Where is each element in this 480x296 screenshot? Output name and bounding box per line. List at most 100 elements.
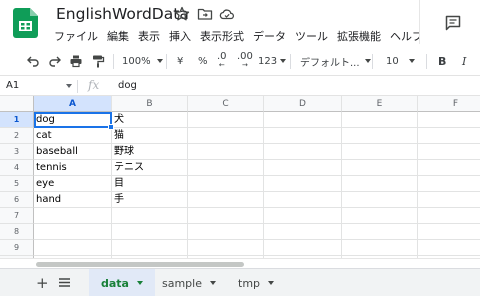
move-to-folder-icon[interactable]	[197, 6, 213, 22]
cell-a7[interactable]	[34, 208, 112, 224]
formula-input[interactable]: dog	[118, 80, 137, 91]
cell-f7[interactable]	[418, 208, 480, 224]
cell-d5[interactable]	[264, 176, 342, 192]
cell-b5[interactable]: 目	[112, 176, 188, 192]
row-header-7[interactable]: 7	[0, 208, 34, 224]
chevron-down-icon[interactable]	[66, 84, 72, 88]
cell-f1[interactable]	[418, 112, 480, 128]
cell-e4[interactable]	[342, 160, 418, 176]
redo-icon[interactable]	[48, 46, 62, 76]
cell-c2[interactable]	[188, 128, 264, 144]
column-header-c[interactable]: C	[188, 96, 264, 112]
cell-b4[interactable]: テニス	[112, 160, 188, 176]
cell-b2[interactable]: 猫	[112, 128, 188, 144]
document-title[interactable]: EnglishWordData	[56, 5, 189, 23]
bold-button[interactable]: B	[438, 46, 446, 76]
cell-c5[interactable]	[188, 176, 264, 192]
cell-c8[interactable]	[188, 224, 264, 240]
cell-a5[interactable]: eye	[34, 176, 112, 192]
cell-c3[interactable]	[188, 144, 264, 160]
row-header-8[interactable]: 8	[0, 224, 34, 240]
cell-e3[interactable]	[342, 144, 418, 160]
cell-f8[interactable]	[418, 224, 480, 240]
cell-d8[interactable]	[264, 224, 342, 240]
cell-f3[interactable]	[418, 144, 480, 160]
column-header-e[interactable]: E	[342, 96, 418, 112]
menu-insert[interactable]: 挿入	[169, 28, 191, 44]
font-size-select[interactable]: 10	[386, 46, 415, 76]
cell-c6[interactable]	[188, 192, 264, 208]
currency-format-button[interactable]: ¥	[177, 46, 183, 76]
row-header-1[interactable]: 1	[0, 112, 34, 128]
print-icon[interactable]	[69, 46, 83, 76]
column-header-d[interactable]: D	[264, 96, 342, 112]
row-header-5[interactable]: 5	[0, 176, 34, 192]
menu-format[interactable]: 表示形式	[200, 28, 244, 44]
cell-b9[interactable]	[112, 240, 188, 256]
cell-a1[interactable]: dog	[34, 112, 112, 128]
cell-d3[interactable]	[264, 144, 342, 160]
cell-c1[interactable]	[188, 112, 264, 128]
cell-e6[interactable]	[342, 192, 418, 208]
cell-b8[interactable]	[112, 224, 188, 240]
more-formats-select[interactable]: 123	[258, 46, 287, 76]
cell-a8[interactable]	[34, 224, 112, 240]
row-header-2[interactable]: 2	[0, 128, 34, 144]
cell-d7[interactable]	[264, 208, 342, 224]
cell-a3[interactable]: baseball	[34, 144, 112, 160]
google-sheets-logo[interactable]	[13, 8, 38, 38]
cell-d1[interactable]	[264, 112, 342, 128]
menu-extensions[interactable]: 拡張機能	[337, 28, 381, 44]
cell-e2[interactable]	[342, 128, 418, 144]
cell-f9[interactable]	[418, 240, 480, 256]
paint-format-icon[interactable]	[91, 46, 105, 76]
undo-icon[interactable]	[26, 46, 40, 76]
font-family-select[interactable]: デフォルト...	[300, 46, 371, 76]
decrease-decimal-button[interactable]: .0 ←	[217, 46, 227, 76]
menu-help[interactable]: ヘルプ	[390, 28, 420, 44]
cell-e1[interactable]	[342, 112, 418, 128]
cell-e5[interactable]	[342, 176, 418, 192]
cell-f6[interactable]	[418, 192, 480, 208]
cell-d6[interactable]	[264, 192, 342, 208]
sheet-tab-tmp[interactable]: tmp	[226, 269, 286, 296]
sheet-tab-sample[interactable]: sample	[150, 269, 228, 296]
menu-edit[interactable]: 編集	[107, 28, 129, 44]
menu-tools[interactable]: ツール	[295, 28, 328, 44]
increase-decimal-button[interactable]: .00 →	[237, 46, 253, 76]
cell-e7[interactable]	[342, 208, 418, 224]
column-header-f[interactable]: F	[418, 96, 480, 112]
menu-view[interactable]: 表示	[138, 28, 160, 44]
row-header-3[interactable]: 3	[0, 144, 34, 160]
column-header-b[interactable]: B	[112, 96, 188, 112]
cell-f5[interactable]	[418, 176, 480, 192]
cell-a9[interactable]	[34, 240, 112, 256]
add-sheet-icon[interactable]: +	[36, 274, 49, 292]
cell-c7[interactable]	[188, 208, 264, 224]
percent-format-button[interactable]: %	[198, 46, 208, 76]
fill-handle[interactable]	[108, 124, 114, 130]
cell-a6[interactable]: hand	[34, 192, 112, 208]
cloud-status-icon[interactable]	[219, 6, 235, 22]
cell-d4[interactable]	[264, 160, 342, 176]
zoom-select[interactable]: 100%	[122, 46, 163, 76]
comment-history-icon[interactable]	[444, 14, 462, 32]
sheet-tab-data[interactable]: data	[89, 269, 155, 296]
select-all-corner[interactable]	[0, 96, 34, 112]
row-header-6[interactable]: 6	[0, 192, 34, 208]
cell-c4[interactable]	[188, 160, 264, 176]
scrollbar-thumb[interactable]	[36, 262, 244, 267]
cell-a4[interactable]: tennis	[34, 160, 112, 176]
menu-data[interactable]: データ	[253, 28, 286, 44]
cell-e8[interactable]	[342, 224, 418, 240]
cell-a2[interactable]: cat	[34, 128, 112, 144]
column-header-a[interactable]: A	[34, 96, 112, 112]
all-sheets-icon[interactable]	[59, 278, 70, 287]
menu-file[interactable]: ファイル	[54, 28, 98, 44]
horizontal-scrollbar[interactable]	[0, 258, 480, 268]
star-icon[interactable]	[174, 6, 190, 22]
cell-c9[interactable]	[188, 240, 264, 256]
cell-b6[interactable]: 手	[112, 192, 188, 208]
cell-b7[interactable]	[112, 208, 188, 224]
cell-f4[interactable]	[418, 160, 480, 176]
